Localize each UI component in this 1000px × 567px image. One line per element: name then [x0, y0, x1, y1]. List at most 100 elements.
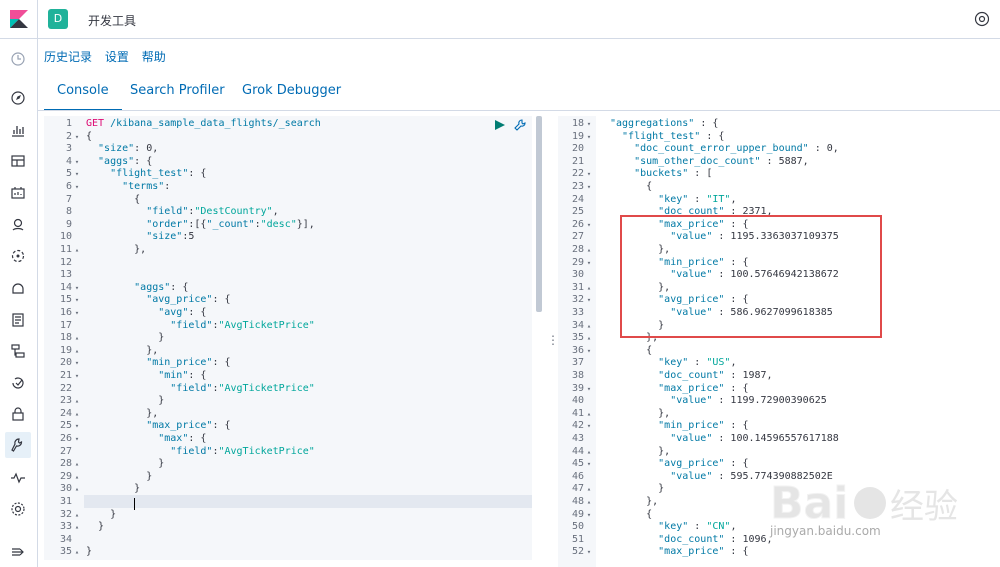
fold-toggle-icon[interactable]: ▴: [584, 446, 594, 459]
code-token: "key": [610, 521, 689, 533]
fold-toggle-icon[interactable]: ▴: [72, 458, 82, 471]
fold-toggle-icon[interactable]: ▴: [584, 282, 594, 295]
fold-toggle-icon[interactable]: ▾: [72, 307, 82, 320]
fold-toggle-icon[interactable]: ▾: [72, 420, 82, 433]
line-number: 26: [59, 433, 72, 444]
fold-toggle-icon[interactable]: ▾: [72, 168, 82, 181]
editor-scrollbar[interactable]: [536, 116, 542, 312]
fold-toggle-icon[interactable]: ▴: [584, 244, 594, 257]
fold-toggle-icon[interactable]: ▾: [584, 294, 594, 307]
fold-toggle-icon[interactable]: ▴: [72, 332, 82, 345]
code-text: "sum_other_doc_count" : 5887,: [610, 156, 809, 169]
code-token: "key": [610, 193, 689, 205]
code-token: ,: [730, 193, 737, 205]
visualize-icon[interactable]: [10, 122, 26, 138]
fold-toggle-icon[interactable]: ▾: [584, 181, 594, 194]
fold-toggle-icon[interactable]: ▴: [584, 408, 594, 421]
management-icon[interactable]: [10, 501, 26, 517]
fold-toggle-icon[interactable]: ▴: [72, 509, 82, 522]
code-text: "doc_count" : 1987,: [610, 370, 772, 383]
code-line: 44 ▴ },: [558, 446, 1000, 459]
fold-toggle-icon[interactable]: ▾: [584, 509, 594, 522]
fold-toggle-icon[interactable]: ▾: [584, 168, 594, 181]
line-number: 31: [571, 281, 584, 293]
fold-toggle-icon[interactable]: ▾: [72, 357, 82, 370]
siem-icon[interactable]: [10, 406, 26, 422]
help-icon[interactable]: [974, 11, 990, 27]
fold-toggle-icon[interactable]: ▴: [72, 395, 82, 408]
fold-toggle-icon[interactable]: ▴: [584, 332, 594, 345]
fold-toggle-icon[interactable]: ▾: [72, 131, 82, 144]
canvas-icon[interactable]: [10, 185, 26, 201]
fold-toggle-icon[interactable]: ▴: [584, 496, 594, 509]
fold-toggle-icon[interactable]: ▴: [72, 244, 82, 257]
fold-toggle-icon[interactable]: ▾: [72, 370, 82, 383]
fold-toggle-icon[interactable]: ▾: [72, 294, 82, 307]
tab-grok-debugger[interactable]: Grok Debugger: [242, 80, 341, 109]
code-token: 1199.72900390625: [730, 395, 827, 407]
code-token: }: [86, 546, 93, 558]
fold-toggle-icon[interactable]: ▾: [584, 458, 594, 471]
infrastructure-icon[interactable]: [10, 280, 26, 296]
code-line: 14 ▾ "aggs": {: [44, 282, 532, 295]
fold-toggle-icon[interactable]: ▾: [584, 420, 594, 433]
fold-toggle-icon[interactable]: ▴: [72, 345, 82, 358]
tab-search-profiler[interactable]: Search Profiler: [130, 80, 225, 109]
code-text: {: [610, 345, 652, 358]
line-number: 19: [59, 344, 72, 356]
fold-toggle-icon[interactable]: ▾: [584, 118, 594, 131]
code-token: : {: [188, 168, 207, 180]
code-token: }: [86, 470, 153, 482]
fold-toggle-icon[interactable]: ▴: [72, 471, 82, 484]
fold-toggle-icon[interactable]: ▾: [72, 181, 82, 194]
tab-console[interactable]: Console: [44, 80, 122, 111]
uptime-icon[interactable]: [10, 375, 26, 391]
line-number: 46: [571, 470, 584, 482]
fold-toggle-icon[interactable]: ▾: [72, 156, 82, 169]
fold-toggle-icon[interactable]: ▾: [72, 282, 82, 295]
code-token: "desc": [260, 218, 297, 230]
code-token: : {: [724, 420, 749, 432]
fold-toggle-icon[interactable]: ▾: [584, 546, 594, 559]
settings-link[interactable]: 设置: [105, 50, 129, 64]
fold-toggle-icon[interactable]: ▴: [584, 483, 594, 496]
fold-toggle-icon[interactable]: ▴: [72, 546, 82, 559]
fold-toggle-icon[interactable]: ▴: [72, 408, 82, 421]
code-text: "max": {: [86, 433, 206, 446]
code-text: "terms":: [86, 181, 170, 194]
code-text: "max_price" : {: [610, 383, 748, 396]
fold-toggle-icon[interactable]: ▾: [584, 345, 594, 358]
monitoring-icon[interactable]: [10, 470, 26, 486]
request-editor[interactable]: 1 GET /kibana_sample_data_flights/_search…: [44, 116, 532, 560]
dev-tools-icon[interactable]: [5, 432, 31, 458]
code-line: 20 "doc_count_error_upper_bound" : 0,: [558, 143, 1000, 156]
fold-toggle-icon[interactable]: ▾: [72, 433, 82, 446]
collapse-nav-icon[interactable]: [10, 544, 26, 560]
code-token: "CN": [706, 521, 731, 533]
code-token: {: [86, 193, 141, 205]
code-line: 31: [44, 496, 532, 509]
kibana-logo-icon[interactable]: [10, 10, 28, 28]
ml-icon[interactable]: [10, 248, 26, 264]
apm-icon[interactable]: [10, 343, 26, 359]
fold-toggle-icon[interactable]: ▾: [584, 131, 594, 144]
dashboard-icon[interactable]: [10, 153, 26, 169]
discover-icon[interactable]: [10, 90, 26, 106]
fold-toggle-icon[interactable]: ▾: [584, 257, 594, 270]
fold-toggle-icon[interactable]: ▾: [584, 383, 594, 396]
code-line: 17 "field":"AvgTicketPrice": [44, 320, 532, 333]
fold-toggle-icon[interactable]: ▴: [72, 483, 82, 496]
line-number: 18: [571, 118, 584, 129]
recent-icon[interactable]: [10, 51, 26, 67]
fold-toggle-icon[interactable]: ▾: [584, 219, 594, 232]
maps-icon[interactable]: [10, 217, 26, 233]
code-text: {: [610, 509, 652, 522]
fold-toggle-icon[interactable]: ▴: [72, 521, 82, 534]
history-link[interactable]: 历史记录: [44, 50, 92, 64]
code-text: "value" : 100.14596557617188: [610, 433, 839, 446]
logs-icon[interactable]: [10, 312, 26, 328]
space-avatar[interactable]: D: [48, 9, 68, 29]
code-token: }],: [296, 218, 315, 230]
fold-toggle-icon[interactable]: ▴: [584, 320, 594, 333]
help-link[interactable]: 帮助: [142, 50, 166, 64]
